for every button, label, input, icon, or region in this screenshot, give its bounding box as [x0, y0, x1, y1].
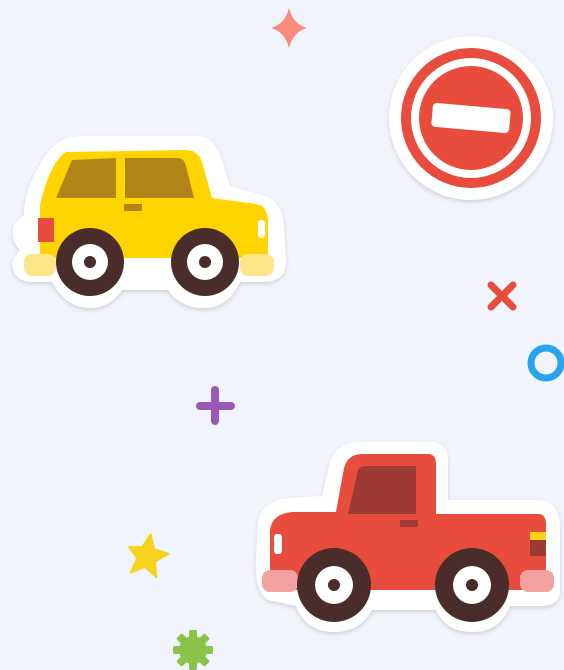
sticker-canvas: [12, 8, 564, 670]
ring-icon: [527, 344, 564, 382]
gear-icon: [173, 630, 213, 670]
star-icon: [128, 533, 170, 578]
yellow-car-icon: [12, 136, 286, 308]
sticker-scene: [0, 0, 564, 670]
red-pickup-icon: [255, 442, 560, 632]
sparkle-icon: [271, 8, 307, 48]
x-mark-icon: [487, 281, 517, 311]
plus-icon: [196, 386, 235, 425]
